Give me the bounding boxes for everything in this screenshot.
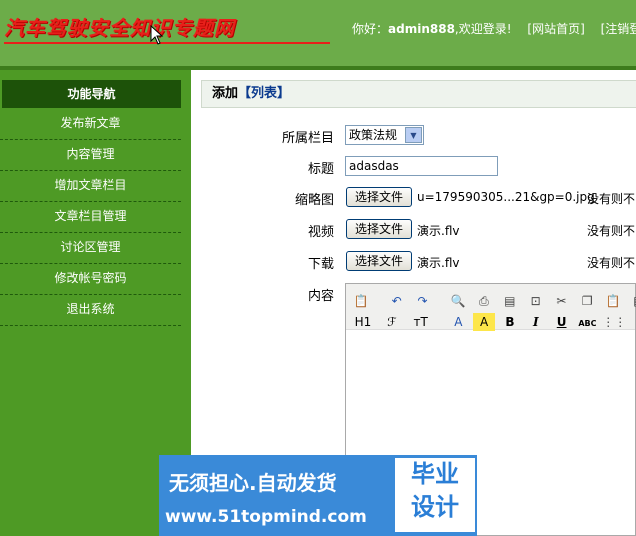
ad-badge-line1: 毕业 — [411, 460, 459, 488]
ad-url[interactable]: www.51topmind.com — [165, 507, 367, 527]
sidebar-item-forum-manage[interactable]: 讨论区管理 — [0, 233, 181, 264]
video-hint: 没有则不 — [587, 224, 636, 238]
download-hint: 没有则不 — [587, 256, 636, 270]
sidebar-item-category-manage[interactable]: 文章栏目管理 — [0, 202, 181, 233]
download-file-button[interactable]: 选择文件 — [346, 251, 412, 271]
table-icon[interactable]: ⋮⋮ — [602, 313, 626, 331]
strikethrough-button[interactable]: ABC — [576, 315, 598, 333]
video-label: 视频 — [307, 225, 334, 240]
panel-title-text: 添加 — [212, 86, 239, 101]
category-select[interactable]: 政策法规 ▼ — [345, 125, 424, 145]
italic-button[interactable]: I — [525, 313, 547, 331]
mouse-cursor-icon — [150, 25, 164, 45]
bold-button[interactable]: B — [499, 313, 521, 331]
sidebar-item-logout[interactable]: 退出系统 — [0, 295, 181, 326]
thumbnail-label: 缩略图 — [294, 193, 334, 208]
sidebar-item-change-password[interactable]: 修改帐号密码 — [0, 264, 181, 295]
chevron-down-icon[interactable]: ▼ — [405, 127, 422, 143]
underline-button[interactable]: U — [551, 313, 573, 331]
bg-color-button[interactable]: A — [473, 313, 496, 331]
ad-text-block: 无须担心.自动发货 www.51topmind.com — [159, 455, 393, 536]
title-input[interactable] — [345, 156, 498, 176]
thumbnail-file-name: u=179590305...21&gp=0.jpg — [417, 190, 595, 204]
ad-badge: 毕业 设计 — [395, 458, 475, 532]
content-label: 内容 — [307, 289, 334, 304]
font-color-button[interactable]: A — [447, 313, 469, 331]
sidebar-item-add-category[interactable]: 增加文章栏目 — [0, 171, 181, 202]
ad-badge-line2: 设计 — [411, 493, 459, 521]
toolbar-row-2: H1 ℱ тT A A B I U ABC ⋮⋮ — [350, 308, 626, 331]
category-label: 所属栏目 — [281, 131, 334, 146]
font-family-button[interactable]: ℱ — [380, 313, 404, 331]
category-select-value: 政策法规 — [349, 128, 398, 142]
sidebar-heading: 功能导航 — [2, 80, 181, 108]
greeting-prefix: 你好： — [352, 22, 389, 36]
logout-link[interactable]: [注销登录] — [601, 22, 636, 36]
title-label: 标题 — [307, 162, 334, 177]
panel-title: 添加【列表】 — [201, 80, 636, 108]
sidebar-item-new-article[interactable]: 发布新文章 — [0, 109, 181, 140]
font-size-button[interactable]: тT — [408, 313, 434, 331]
download-file-name: 演示.flv — [417, 256, 460, 270]
username: admin888 — [388, 22, 455, 36]
video-file-button[interactable]: 选择文件 — [346, 219, 412, 239]
list-link[interactable]: 【列表】 — [238, 86, 290, 101]
ad-banner[interactable]: 无须担心.自动发货 www.51topmind.com 毕业 设计 — [159, 455, 477, 536]
video-file-name: 演示.flv — [417, 224, 460, 238]
sidebar-menu: 发布新文章 内容管理 增加文章栏目 文章栏目管理 讨论区管理 修改帐号密码 退出… — [0, 109, 181, 326]
paste-word-icon[interactable]: ▦ — [628, 292, 636, 310]
heading-button[interactable]: H1 — [350, 313, 376, 331]
home-link[interactable]: [网站首页] — [527, 22, 584, 36]
editor-toolbar: 📋 ↶ ↷ 🔍 ⎙ ▤ ⊡ ✂ ❐ 📋 ▦ H1 ℱ тT A A B I U … — [346, 284, 636, 331]
header-bar: 汽车驾驶安全知识专题网 你好：admin888,欢迎登录! [网站首页] [注销… — [0, 0, 636, 66]
thumbnail-hint: 没有则不 — [587, 192, 636, 206]
top-nav: 你好：admin888,欢迎登录! [网站首页] [注销登录] — [352, 20, 636, 37]
greeting-suffix: ,欢迎登录! — [454, 22, 512, 36]
site-title: 汽车驾驶安全知识专题网 — [4, 16, 235, 40]
site-title-underline — [4, 42, 330, 44]
sidebar-item-content-manage[interactable]: 内容管理 — [0, 140, 181, 171]
toolbar-row-1: 📋 ↶ ↷ 🔍 ⎙ ▤ ⊡ ✂ ❐ 📋 ▦ — [350, 287, 636, 310]
download-label: 下载 — [307, 257, 334, 272]
thumbnail-file-button[interactable]: 选择文件 — [346, 187, 412, 207]
ad-tagline: 无须担心.自动发货 — [169, 471, 337, 495]
